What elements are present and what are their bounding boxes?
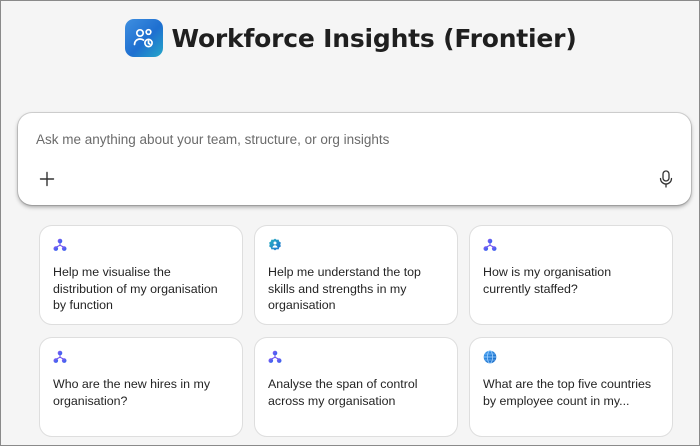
suggestion-card[interactable]: What are the top five countries by emplo… xyxy=(469,337,673,437)
org-chart-icon xyxy=(53,350,67,363)
suggestion-card[interactable]: Help me visualise the distribution of my… xyxy=(39,225,243,325)
app-header: Workforce Insights (Frontier) xyxy=(1,15,700,61)
suggestion-text: Who are the new hires in my organisation… xyxy=(53,377,211,408)
skills-badge-icon xyxy=(269,238,281,251)
prompt-box xyxy=(18,113,691,205)
org-chart-icon xyxy=(53,238,67,251)
suggestion-cards: Help me visualise the distribution of my… xyxy=(39,225,673,437)
add-button[interactable] xyxy=(37,169,57,189)
suggestion-text: Help me visualise the distribution of my… xyxy=(53,265,218,312)
suggestion-text: How is my organisation currently staffed… xyxy=(483,265,612,296)
page-title: Workforce Insights (Frontier) xyxy=(171,23,577,53)
suggestion-card[interactable]: Analyse the span of control across my or… xyxy=(254,337,458,437)
suggestion-text: Analyse the span of control across my or… xyxy=(268,377,418,408)
suggestion-card[interactable]: Help me understand the top skills and st… xyxy=(254,225,458,325)
suggestion-card[interactable]: How is my organisation currently staffed… xyxy=(469,225,673,325)
suggestion-text: Help me understand the top skills and st… xyxy=(268,265,421,312)
microphone-button[interactable] xyxy=(656,168,676,190)
plus-icon xyxy=(39,171,55,187)
org-chart-icon xyxy=(268,350,282,363)
suggestion-text: What are the top five countries by emplo… xyxy=(483,377,652,408)
prompt-input[interactable] xyxy=(36,129,596,149)
people-insights-icon xyxy=(125,19,164,57)
globe-icon xyxy=(483,350,497,364)
suggestion-card[interactable]: Who are the new hires in my organisation… xyxy=(39,337,243,437)
microphone-icon xyxy=(659,170,673,188)
org-chart-icon xyxy=(483,238,497,251)
